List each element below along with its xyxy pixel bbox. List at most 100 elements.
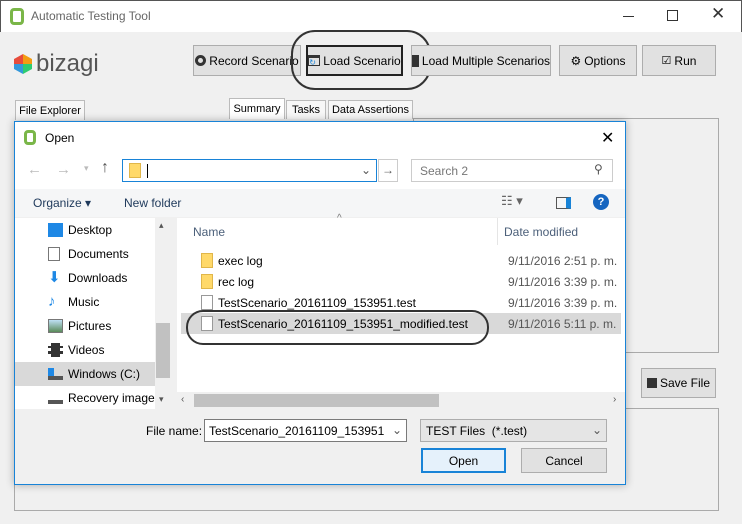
desktop-icon: [48, 223, 63, 237]
videos-icon: [48, 343, 63, 357]
address-dropdown-icon[interactable]: ⌄: [361, 163, 371, 177]
file-date: 9/11/2016 2:51 p. m.: [508, 253, 618, 268]
bizagi-logo: bizagi: [14, 50, 99, 78]
column-divider: [497, 218, 498, 245]
horizontal-scrollbar[interactable]: ‹ ›: [177, 392, 625, 409]
file-name: rec log: [218, 274, 255, 289]
go-button[interactable]: →: [378, 159, 398, 182]
up-button[interactable]: ↑: [101, 159, 109, 177]
dialog-title-bar: Open ✕: [15, 122, 625, 153]
file-icon: [201, 295, 213, 310]
file-name-input[interactable]: TestScenario_20161109_153951_modified.te…: [204, 419, 407, 442]
organize-menu[interactable]: Organize ▾: [33, 196, 91, 210]
save-icon: [646, 378, 657, 388]
open-button[interactable]: Open: [421, 448, 506, 473]
options-label: Options: [584, 53, 626, 68]
nav-desktop[interactable]: Desktop: [15, 218, 155, 242]
nav-label: Desktop: [68, 223, 113, 237]
cancel-label: Cancel: [545, 453, 583, 468]
load-multiple-scenarios-button[interactable]: Load Multiple Scenarios: [411, 45, 551, 76]
file-row[interactable]: rec log 9/11/2016 3:39 p. m.: [181, 271, 621, 292]
nav-recovery-image[interactable]: Recovery image: [15, 386, 155, 409]
file-type-value: TEST Files (*.test): [426, 424, 528, 438]
load-multiple-icon: [412, 54, 419, 67]
close-button[interactable]: ✕: [711, 4, 725, 24]
pictures-icon: [48, 319, 63, 333]
file-name-value: TestScenario_20161109_153951_modified.te…: [209, 424, 384, 438]
dialog-app-icon: [24, 130, 36, 145]
column-name[interactable]: Name: [193, 225, 225, 239]
nav-scrollbar[interactable]: ▴ ▾: [155, 218, 171, 409]
tab-tasks[interactable]: Tasks: [286, 100, 326, 119]
help-icon[interactable]: ?: [593, 194, 609, 210]
command-bar: Organize ▾ New folder ☷ ▾ ?: [15, 189, 625, 217]
search-input[interactable]: Search 2 ⚲: [411, 159, 613, 182]
tab-summary[interactable]: Summary: [229, 98, 285, 119]
navigation-pane: Desktop Documents ⬇ Downloads ♪ Music Pict…: [15, 218, 171, 409]
save-file-label: Save File: [659, 376, 711, 390]
cancel-button[interactable]: Cancel: [521, 448, 607, 473]
file-date: 9/11/2016 3:39 p. m.: [508, 274, 618, 289]
scroll-down-icon[interactable]: ▾: [159, 394, 164, 405]
scroll-right-icon[interactable]: ›: [613, 394, 616, 405]
new-folder-button[interactable]: New folder: [124, 196, 181, 210]
minimize-button[interactable]: [623, 16, 634, 17]
nav-downloads[interactable]: ⬇ Downloads: [15, 266, 155, 290]
file-date: 9/11/2016 5:11 p. m.: [508, 316, 617, 331]
run-label: Run: [674, 53, 697, 68]
recent-dropdown[interactable]: ▾: [84, 163, 89, 174]
address-bar[interactable]: ⌄: [122, 159, 377, 182]
nav-label: Videos: [68, 343, 105, 357]
record-icon: [195, 55, 207, 66]
tab-file-explorer[interactable]: File Explorer: [15, 100, 85, 120]
nav-videos[interactable]: Videos: [15, 338, 155, 362]
scroll-up-icon[interactable]: ▴: [159, 220, 164, 231]
nav-label: Documents: [68, 247, 129, 261]
bizagi-logo-text: bizagi: [36, 50, 99, 77]
view-options-icon[interactable]: ☷ ▾: [501, 193, 523, 209]
app-icon: [10, 8, 24, 25]
folder-icon: [129, 163, 141, 178]
download-icon: ⬇: [48, 269, 61, 286]
file-name-dropdown-icon[interactable]: ⌄: [392, 423, 402, 437]
preview-pane-icon[interactable]: [556, 197, 571, 209]
column-date-modified[interactable]: Date modified: [504, 225, 578, 239]
file-row[interactable]: exec log 9/11/2016 2:51 p. m.: [181, 250, 621, 271]
horizontal-scroll-thumb[interactable]: [194, 394, 439, 407]
maximize-button[interactable]: [667, 10, 678, 21]
nav-pictures[interactable]: Pictures: [15, 314, 155, 338]
app-title: Automatic Testing Tool: [31, 9, 151, 23]
nav-documents[interactable]: Documents: [15, 242, 155, 266]
run-button[interactable]: ☑ Run: [642, 45, 716, 76]
nav-label: Music: [68, 295, 100, 309]
file-type-select[interactable]: TEST Files (*.test) ⌄: [420, 419, 607, 442]
bizagi-logo-icon: [14, 54, 32, 74]
organize-label: Organize: [33, 196, 82, 210]
scroll-left-icon[interactable]: ‹: [181, 394, 184, 405]
selection-highlight: [186, 310, 489, 345]
dialog-title: Open: [45, 131, 75, 145]
nav-scroll-thumb[interactable]: [156, 323, 170, 378]
dialog-close-button[interactable]: ✕: [601, 128, 614, 148]
drive-icon: [48, 392, 63, 404]
file-type-dropdown-icon: ⌄: [592, 423, 603, 437]
save-file-button[interactable]: Save File: [641, 368, 716, 398]
music-icon: ♪: [48, 293, 56, 310]
tab-label: Summary: [233, 103, 281, 115]
file-date: 9/11/2016 3:39 p. m.: [508, 295, 618, 310]
options-button[interactable]: ⚙ Options: [559, 45, 637, 76]
record-label: Record Scenario: [209, 53, 299, 68]
back-button[interactable]: ←: [27, 161, 42, 178]
tab-label: Tasks: [291, 104, 321, 116]
nav-label: Windows (C:): [68, 367, 141, 381]
documents-icon: [48, 247, 60, 261]
forward-button[interactable]: →: [56, 161, 71, 178]
nav-windows-c[interactable]: Windows (C:): [15, 362, 155, 386]
file-name: exec log: [218, 253, 263, 268]
tab-data-assertions[interactable]: Data Assertions: [328, 100, 413, 119]
nav-music[interactable]: ♪ Music: [15, 290, 155, 314]
record-scenario-button[interactable]: Record Scenario: [193, 45, 301, 76]
gear-icon: ⚙: [570, 53, 582, 68]
tab-label: Data Assertions: [331, 104, 410, 116]
run-icon: ☑: [661, 55, 672, 67]
